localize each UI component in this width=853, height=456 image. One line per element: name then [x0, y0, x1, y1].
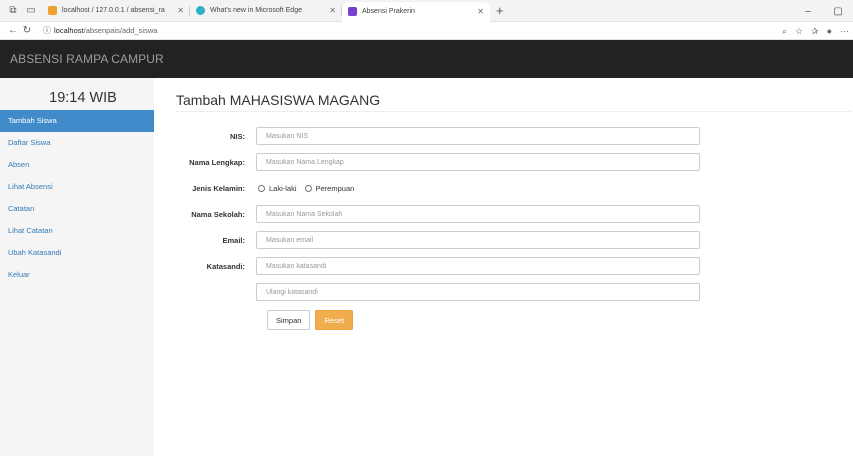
favorite-star-icon[interactable]: ☆ [795, 26, 803, 37]
email-label: Email: [222, 235, 245, 245]
minimize-button[interactable]: – [793, 6, 823, 17]
sidebar-item-tambah-siswa[interactable]: Tambah Siswa [0, 110, 154, 132]
tab-title: What's new in Microsoft Edge [210, 7, 302, 14]
browser-tab-phpmyadmin[interactable]: localhost / 127.0.0.1 / absensi_ra ✕ [42, 2, 190, 20]
form-row-password: Katasandi: Masukan katasandi [176, 253, 853, 279]
sidebar-item-daftar-siswa[interactable]: Daftar Siswa [0, 132, 154, 154]
gender-label: Jenis Kelamin: [192, 183, 245, 193]
radio-label: Perempuan [315, 183, 355, 193]
password-confirm-input[interactable]: Ulangi katasandi [256, 283, 700, 301]
nis-input[interactable]: Masukan NIS [256, 127, 700, 145]
save-button[interactable]: Simpan [267, 310, 311, 330]
new-tab-button[interactable]: + [496, 3, 504, 18]
email-input[interactable]: Masukan email [256, 231, 700, 249]
nama-label: Nama Lengkap: [189, 157, 245, 167]
sidebar-item-lihat-catatan[interactable]: Lihat Catatan [0, 220, 154, 242]
sidebar-item-catatan[interactable]: Catatan [0, 198, 154, 220]
browser-tab-absensi[interactable]: Absensi Prakerin ✕ [342, 1, 490, 22]
profile-avatar-icon[interactable]: ● [827, 26, 832, 36]
gender-option-female[interactable]: Perempuan [304, 183, 355, 193]
password-input[interactable]: Masukan katasandi [256, 257, 700, 275]
app-favicon-icon [348, 7, 357, 16]
back-arrow-icon[interactable]: ← [6, 25, 20, 36]
sidebar-item-lihat-absensi[interactable]: Lihat Absensi [0, 176, 154, 198]
radio-female[interactable] [304, 184, 312, 192]
form-row-password-confirm: Ulangi katasandi [176, 279, 853, 305]
tab-actions-icon[interactable]: ▭ [24, 4, 38, 18]
gender-option-male[interactable]: Laki-laki [258, 184, 297, 193]
refresh-icon[interactable]: ↻ [20, 25, 34, 36]
form-row-nis: NIS: Masukan NIS [176, 123, 853, 149]
app-body: 19:14 WIB Tambah Siswa Daftar Siswa Abse… [0, 78, 853, 456]
form-row-email: Email: Masukan email [176, 227, 853, 253]
more-menu-icon[interactable]: ··· [840, 26, 849, 36]
sidebar-item-keluar[interactable]: Keluar [0, 264, 154, 286]
url-host: localhost [54, 26, 84, 35]
app-navbar: ABSENSI RAMPA CAMPUR [0, 40, 853, 78]
sidebar: 19:14 WIB Tambah Siswa Daftar Siswa Abse… [0, 78, 154, 456]
sekolah-label: Nama Sekolah: [191, 209, 245, 219]
edge-favicon-icon [196, 6, 205, 15]
tab-title: localhost / 127.0.0.1 / absensi_ra [62, 7, 165, 14]
favorites-icon[interactable]: ✰ [811, 26, 819, 37]
gender-radio-group: Laki-laki Perempuan [256, 184, 362, 193]
form-row-gender: Jenis Kelamin: Laki-laki Perempuan [176, 175, 853, 201]
window-controls: – ▢ [793, 0, 853, 22]
sidebar-item-absen[interactable]: Absen [0, 154, 154, 176]
add-student-form: NIS: Masukan NIS Nama Lengkap: Masukan N… [176, 123, 853, 330]
radio-label: Laki-laki [269, 183, 297, 193]
nis-label: NIS: [230, 131, 245, 141]
clock-display: 19:14 WIB [49, 90, 117, 106]
sekolah-input[interactable]: Masukan Nama Sekolah [256, 205, 700, 223]
close-icon[interactable]: ✕ [469, 7, 484, 16]
url-field[interactable]: ⓘ localhost /absenpais/add_siswa [40, 25, 157, 36]
nama-input[interactable]: Masukan Nama Lengkap [256, 153, 700, 171]
radio-male[interactable] [258, 184, 265, 192]
reset-button[interactable]: Reset [315, 310, 354, 330]
sidebar-item-ubah-katasandi[interactable]: Ubah Katasandi [0, 242, 154, 264]
main-content: Tambah MAHASISWA MAGANG NIS: Masukan NIS… [154, 78, 853, 456]
info-icon[interactable]: ⓘ [40, 25, 54, 36]
maximize-button[interactable]: ▢ [823, 6, 853, 17]
password-label: Katasandi: [206, 261, 245, 271]
search-icon[interactable]: ⌕ [782, 26, 787, 37]
browser-tab-edge-news[interactable]: What's new in Microsoft Edge ✕ [190, 2, 342, 20]
phpmyadmin-favicon-icon [48, 6, 57, 15]
form-actions: Simpan Reset [267, 310, 853, 330]
close-icon[interactable]: ✕ [321, 6, 336, 15]
url-path: /absenpais/add_siswa [83, 26, 158, 35]
tab-title: Absensi Prakerin [362, 8, 415, 15]
brand-title[interactable]: ABSENSI RAMPA CAMPUR [10, 52, 164, 66]
address-bar: ← ↻ ⓘ localhost /absenpais/add_siswa ⌕ ☆… [0, 22, 853, 40]
close-icon[interactable]: ✕ [169, 6, 184, 15]
form-row-nama: Nama Lengkap: Masukan Nama Lengkap [176, 149, 853, 175]
workspaces-icon[interactable]: ⧉ [6, 4, 20, 18]
browser-tab-bar: ⧉ ▭ localhost / 127.0.0.1 / absensi_ra ✕… [0, 0, 853, 22]
form-row-sekolah: Nama Sekolah: Masukan Nama Sekolah [176, 201, 853, 227]
page-title: Tambah MAHASISWA MAGANG [176, 90, 851, 112]
address-bar-actions: ⌕ ☆ ✰ ● ··· [782, 22, 853, 40]
